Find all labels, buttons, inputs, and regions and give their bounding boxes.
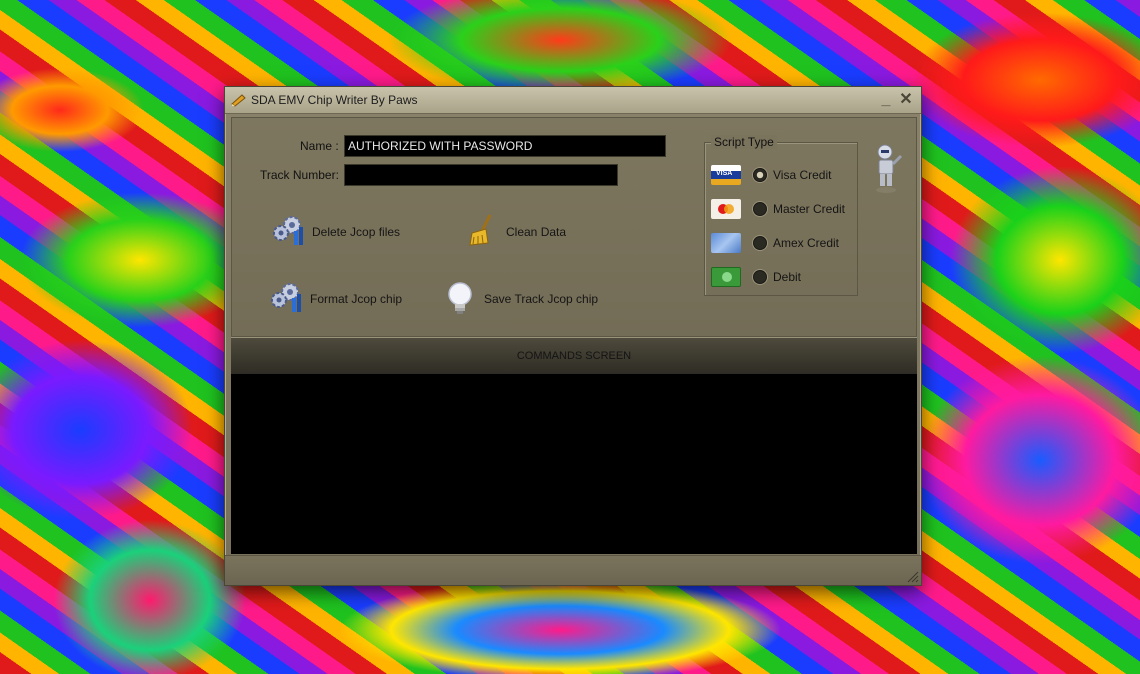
app-pencil-icon [231, 94, 246, 107]
commands-screen-header: COMMANDS SCREEN [231, 337, 917, 374]
clean-data-label: Clean Data [506, 225, 567, 239]
save-track-jcop-chip-label: Save Track Jcop chip [484, 292, 599, 306]
format-jcop-chip-button[interactable]: Format Jcop chip [268, 280, 402, 318]
broom-icon [469, 214, 492, 246]
mastercard-icon [711, 199, 741, 219]
gears-icon [271, 283, 301, 312]
option-amex-credit[interactable]: Amex Credit [711, 233, 839, 253]
cash-icon [711, 267, 741, 287]
close-button[interactable]: ✕ [897, 91, 915, 109]
visa-card-icon: VISA [711, 165, 741, 185]
main-panel: Name : Track Number: Delete Jcop files [231, 117, 917, 337]
amex-credit-label: Amex Credit [773, 236, 840, 250]
amex-credit-radio[interactable] [753, 236, 767, 250]
resize-grip-icon[interactable] [905, 569, 919, 583]
option-debit[interactable]: Debit [711, 267, 801, 287]
app-window: SDA EMV Chip Writer By Paws _ ✕ Name : T… [224, 86, 922, 586]
script-type-group: Script Type VISA Visa Credit Master Cred… [704, 135, 858, 296]
name-label: Name : [300, 139, 339, 153]
amex-card-icon [711, 233, 741, 253]
debit-radio[interactable] [753, 270, 767, 284]
script-type-legend: Script Type [711, 135, 777, 149]
title-bar[interactable]: SDA EMV Chip Writer By Paws _ ✕ [225, 87, 921, 114]
visa-credit-label: Visa Credit [773, 168, 832, 182]
window-title: SDA EMV Chip Writer By Paws [251, 93, 418, 107]
lightbulb-icon [448, 282, 472, 314]
name-input[interactable] [344, 135, 666, 157]
debit-label: Debit [773, 270, 802, 284]
clean-data-button[interactable]: Clean Data [464, 213, 566, 251]
gears-icon [273, 216, 303, 245]
delete-jcop-files-button[interactable]: Delete Jcop files [270, 213, 400, 251]
master-credit-label: Master Credit [773, 202, 846, 216]
robot-icon [876, 144, 903, 193]
commands-console[interactable] [231, 374, 917, 554]
track-number-input[interactable] [344, 164, 618, 186]
track-number-label: Track Number: [260, 168, 339, 182]
visa-credit-radio[interactable] [753, 168, 767, 182]
status-bar [225, 555, 921, 585]
master-credit-radio[interactable] [753, 202, 767, 216]
save-track-jcop-chip-button[interactable]: Save Track Jcop chip [442, 280, 598, 318]
option-visa-credit[interactable]: VISA Visa Credit [711, 165, 831, 185]
format-jcop-chip-label: Format Jcop chip [310, 292, 403, 306]
delete-jcop-files-label: Delete Jcop files [312, 225, 401, 239]
minimize-button[interactable]: _ [877, 91, 895, 109]
option-master-credit[interactable]: Master Credit [711, 199, 845, 219]
